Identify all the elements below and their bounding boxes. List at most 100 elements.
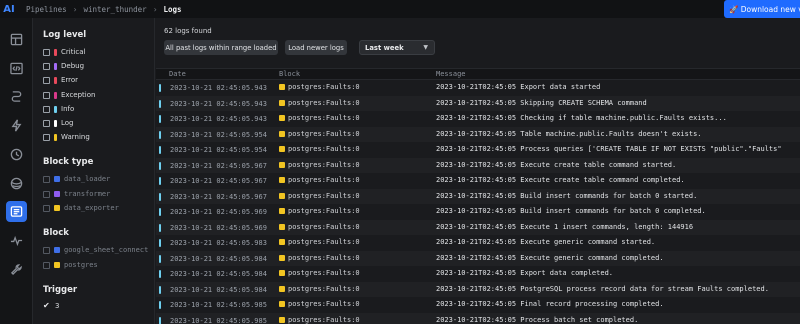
globe-icon[interactable] bbox=[6, 173, 27, 194]
log-message: 2023-10-21T02:45:05 Final record process… bbox=[436, 300, 664, 308]
block-color-square bbox=[279, 301, 285, 307]
table-row[interactable]: 2023-10-21 02:45:05.943 postgres:Faults:0… bbox=[156, 111, 800, 127]
table-row[interactable]: 2023-10-21 02:45:05.984 postgres:Faults:0… bbox=[156, 281, 800, 297]
log-message: 2023-10-21T02:45:05 Process batch set co… bbox=[436, 315, 639, 324]
table-row[interactable]: 2023-10-21 02:45:05.969 postgres:Faults:0… bbox=[156, 204, 800, 220]
range-select[interactable]: Last week ▼ bbox=[359, 40, 435, 55]
info-level-indicator bbox=[159, 177, 161, 185]
table-row[interactable]: 2023-10-21 02:45:05.983 postgres:Faults:0… bbox=[156, 235, 800, 251]
all-past-logs-button[interactable]: All past logs within range loaded bbox=[164, 40, 278, 55]
info-level-indicator bbox=[159, 161, 161, 170]
filter-level-error[interactable]: Error bbox=[43, 75, 78, 85]
log-block: postgres:Faults:0 bbox=[288, 315, 360, 324]
table-row[interactable]: 2023-10-21 02:45:05.984 postgres:Faults:0… bbox=[156, 250, 800, 266]
filter-level-warning[interactable]: Warning bbox=[43, 132, 90, 142]
column-message[interactable]: Message bbox=[436, 70, 466, 78]
filter-level-debug[interactable]: Debug bbox=[43, 61, 84, 71]
checkbox[interactable] bbox=[43, 76, 50, 84]
filter-label: data_loader bbox=[64, 175, 111, 183]
checkbox[interactable] bbox=[43, 105, 50, 113]
breadcrumb-logs: Logs bbox=[163, 4, 182, 14]
log-block: postgres:Faults:0 bbox=[288, 160, 360, 169]
log-date: 2023-10-21 02:45:05.984 bbox=[170, 254, 267, 263]
load-newer-logs-button[interactable]: Load newer logs bbox=[285, 40, 347, 55]
log-block: postgres:Faults:0 bbox=[288, 129, 360, 138]
log-block: postgres:Faults:0 bbox=[288, 207, 360, 215]
filter-block-google-sheet[interactable]: google_sheet_connect bbox=[43, 245, 148, 255]
log-block: postgres:Faults:0 bbox=[288, 114, 360, 122]
log-message: 2023-10-21T02:45:05 Execute generic comm… bbox=[436, 253, 664, 262]
checkbox[interactable] bbox=[43, 48, 50, 56]
log-block: postgres:Faults:0 bbox=[288, 253, 360, 262]
filter-label: Info bbox=[61, 105, 75, 113]
log-date: 2023-10-21 02:45:05.943 bbox=[170, 99, 267, 108]
block-color-swatch bbox=[54, 247, 60, 253]
filter-blocktype-data-loader[interactable]: data_loader bbox=[43, 174, 110, 184]
table-row[interactable]: 2023-10-21 02:45:05.967 postgres:Faults:0… bbox=[156, 188, 800, 204]
checkbox[interactable] bbox=[43, 190, 50, 198]
logs-icon[interactable] bbox=[6, 201, 27, 222]
filter-block-postgres[interactable]: postgres bbox=[43, 260, 98, 270]
table-row[interactable]: 2023-10-21 02:45:05.967 postgres:Faults:0… bbox=[156, 173, 800, 189]
code-icon[interactable] bbox=[6, 58, 27, 79]
lightning-icon[interactable] bbox=[6, 115, 27, 136]
table-row[interactable]: 2023-10-21 02:45:05.954 postgres:Faults:0… bbox=[156, 126, 800, 142]
filter-blocktype-data-exporter[interactable]: data_exporter bbox=[43, 203, 119, 213]
filter-label: data_exporter bbox=[64, 204, 119, 212]
log-date: 2023-10-21 02:45:05.984 bbox=[170, 270, 267, 278]
table-row[interactable]: 2023-10-21 02:45:05.985 postgres:Faults:0… bbox=[156, 297, 800, 313]
table-row[interactable]: 2023-10-21 02:45:05.967 postgres:Faults:0… bbox=[156, 157, 800, 173]
filter-level-critical[interactable]: Critical bbox=[43, 47, 85, 57]
log-message: 2023-10-21T02:45:05 Execute generic comm… bbox=[436, 238, 656, 246]
checkbox[interactable] bbox=[43, 133, 50, 141]
checkbox[interactable] bbox=[43, 261, 50, 269]
checkbox[interactable] bbox=[43, 62, 50, 70]
chevron-right-icon: › bbox=[152, 4, 158, 14]
block-color-square bbox=[279, 177, 285, 183]
settings-icon[interactable] bbox=[6, 259, 27, 280]
checkbox[interactable] bbox=[43, 175, 50, 183]
table-row[interactable]: 2023-10-21 02:45:05.985 postgres:Faults:0… bbox=[156, 312, 800, 324]
monitor-icon[interactable] bbox=[6, 230, 27, 251]
filter-label: Debug bbox=[61, 62, 85, 70]
info-level-indicator bbox=[159, 301, 161, 309]
info-level-indicator bbox=[159, 192, 161, 201]
filter-level-exception[interactable]: Exception bbox=[43, 90, 95, 100]
checkbox[interactable] bbox=[43, 204, 50, 212]
log-date: 2023-10-21 02:45:05.943 bbox=[170, 84, 267, 92]
log-message: 2023-10-21T02:45:05 Execute create table… bbox=[436, 176, 685, 184]
mage-logo[interactable]: AI bbox=[0, 0, 18, 18]
table-row[interactable]: 2023-10-21 02:45:05.984 postgres:Faults:0… bbox=[156, 266, 800, 282]
column-block[interactable]: Block bbox=[279, 70, 300, 78]
level-color-swatch bbox=[54, 119, 57, 127]
clock-icon[interactable] bbox=[6, 144, 27, 165]
filter-level-log[interactable]: Log bbox=[43, 118, 74, 128]
triggers-icon[interactable] bbox=[6, 86, 27, 107]
checkmark-icon[interactable]: ✔ bbox=[43, 302, 51, 310]
checkbox[interactable] bbox=[43, 119, 50, 127]
table-row[interactable]: 2023-10-21 02:45:05.954 postgres:Faults:0… bbox=[156, 142, 800, 158]
checkbox[interactable] bbox=[43, 246, 50, 254]
level-color-swatch bbox=[54, 133, 57, 141]
level-color-swatch bbox=[54, 105, 57, 113]
breadcrumb-pipeline-name[interactable]: winter_thunder bbox=[83, 5, 146, 14]
filter-level-info[interactable]: Info bbox=[43, 104, 74, 114]
log-message: 2023-10-21T02:45:05 PostgreSQL process r… bbox=[436, 284, 769, 293]
column-date[interactable]: Date bbox=[169, 70, 186, 78]
filter-blocktype-transformer[interactable]: transformer bbox=[43, 189, 110, 199]
checkbox[interactable] bbox=[43, 91, 50, 99]
block-color-swatch bbox=[54, 205, 60, 211]
block-color-swatch bbox=[54, 191, 60, 197]
log-block: postgres:Faults:0 bbox=[288, 284, 360, 293]
info-level-indicator bbox=[159, 130, 161, 139]
block-color-square bbox=[279, 161, 285, 168]
breadcrumb-pipelines[interactable]: Pipelines bbox=[26, 5, 67, 14]
table-row[interactable]: 2023-10-21 02:45:05.969 postgres:Faults:0… bbox=[156, 219, 800, 235]
log-date: 2023-10-21 02:45:05.985 bbox=[170, 301, 267, 309]
block-color-square bbox=[279, 146, 285, 152]
pipeline-overview-icon[interactable] bbox=[6, 29, 27, 50]
table-row[interactable]: 2023-10-21 02:45:05.943 postgres:Faults:0… bbox=[156, 95, 800, 111]
download-new-version-button[interactable]: 🚀 Download new ver bbox=[724, 0, 800, 18]
filter-trigger-3[interactable]: ✔ 3 bbox=[43, 301, 59, 311]
table-row[interactable]: 2023-10-21 02:45:05.943 postgres:Faults:0… bbox=[156, 80, 800, 96]
